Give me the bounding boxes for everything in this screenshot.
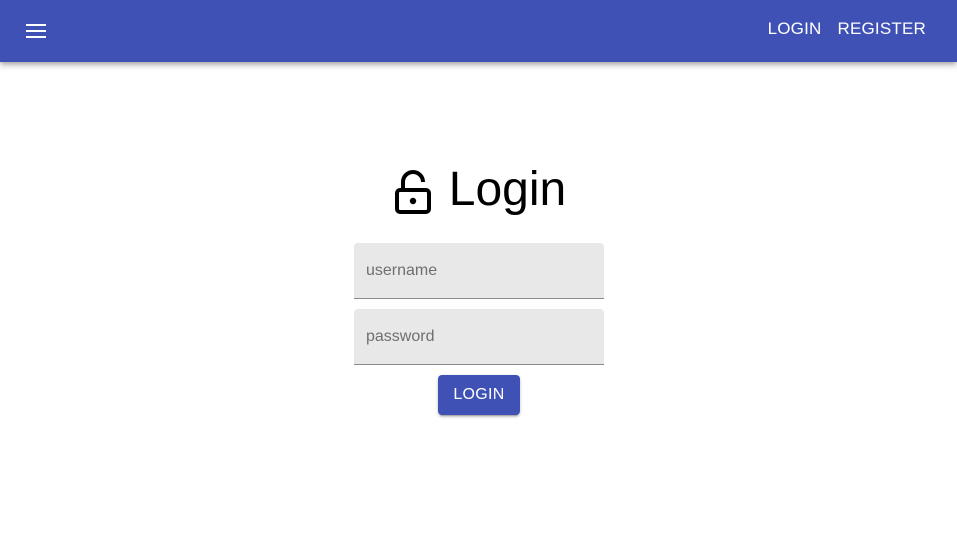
nav-register-link[interactable]: REGISTER bbox=[829, 13, 934, 45]
app-bar: LOGIN REGISTER bbox=[0, 0, 957, 62]
hamburger-menu-icon bbox=[26, 24, 46, 38]
login-submit-button[interactable]: LOGIN bbox=[438, 375, 520, 415]
nav-login-link[interactable]: LOGIN bbox=[760, 13, 830, 45]
top-nav: LOGIN REGISTER bbox=[760, 0, 934, 58]
password-field bbox=[354, 309, 604, 365]
username-field bbox=[354, 243, 604, 299]
login-heading: Login bbox=[0, 162, 957, 218]
password-input[interactable] bbox=[354, 309, 604, 364]
login-page: Login LOGIN bbox=[0, 62, 957, 539]
username-input[interactable] bbox=[354, 243, 604, 298]
lock-open-icon bbox=[394, 166, 435, 214]
page-title: Login bbox=[448, 163, 567, 216]
menu-button[interactable] bbox=[14, 11, 58, 51]
